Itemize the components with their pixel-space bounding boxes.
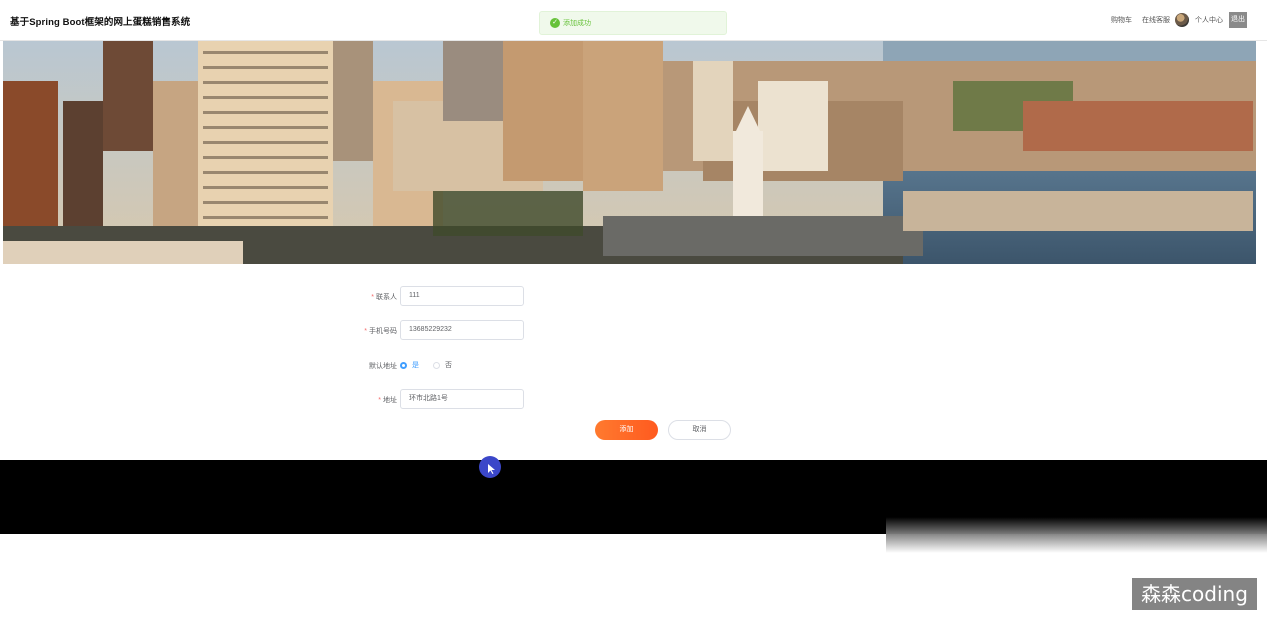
nav-online-service-link[interactable]: 在线客服 bbox=[1142, 15, 1170, 25]
radio-yes-label[interactable]: 是 bbox=[412, 360, 419, 370]
radio-no-label[interactable]: 否 bbox=[445, 360, 452, 370]
phone-input[interactable]: 13685229232 bbox=[400, 320, 524, 340]
site-title: 基于Spring Boot框架的网上蛋糕销售系统 bbox=[10, 17, 191, 28]
banner-image bbox=[3, 41, 1256, 264]
cancel-button[interactable]: 取消 bbox=[668, 420, 731, 440]
top-header: 基于Spring Boot框架的网上蛋糕销售系统 ✓ 添加成功 购物车 在线客服… bbox=[0, 0, 1267, 41]
phone-label: * 手机号码 bbox=[364, 328, 397, 335]
nav-cart-link[interactable]: 购物车 bbox=[1111, 15, 1132, 25]
city-skyline-image bbox=[3, 41, 1256, 264]
radio-no-dot[interactable] bbox=[433, 361, 440, 369]
header-nav: 购物车 在线客服 个人中心 退出 bbox=[1101, 12, 1247, 28]
toast-message: 添加成功 bbox=[563, 20, 591, 27]
nav-profile-link[interactable]: 个人中心 bbox=[1195, 15, 1223, 25]
cursor-highlight bbox=[479, 456, 501, 478]
address-label: * 地址 bbox=[378, 397, 397, 404]
address-input[interactable]: 环市北路1号 bbox=[400, 389, 524, 409]
watermark: 森森coding bbox=[1132, 578, 1257, 610]
default-address-label: 默认地址 bbox=[369, 363, 397, 370]
check-circle-icon: ✓ bbox=[550, 18, 560, 28]
avatar[interactable] bbox=[1175, 13, 1189, 27]
add-button[interactable]: 添加 bbox=[595, 420, 658, 440]
contact-input[interactable]: 111 bbox=[400, 286, 524, 306]
radio-yes-dot[interactable] bbox=[400, 361, 407, 369]
success-toast: ✓ 添加成功 bbox=[539, 11, 727, 35]
logout-button[interactable]: 退出 bbox=[1229, 12, 1247, 28]
contact-label: * 联系人 bbox=[371, 294, 397, 301]
default-address-radio-group: 是 否 bbox=[400, 360, 466, 370]
mouse-pointer-icon bbox=[488, 464, 495, 474]
radio-yes[interactable]: 是 bbox=[400, 360, 419, 370]
radio-no[interactable]: 否 bbox=[433, 360, 452, 370]
footer-fade bbox=[886, 517, 1267, 553]
